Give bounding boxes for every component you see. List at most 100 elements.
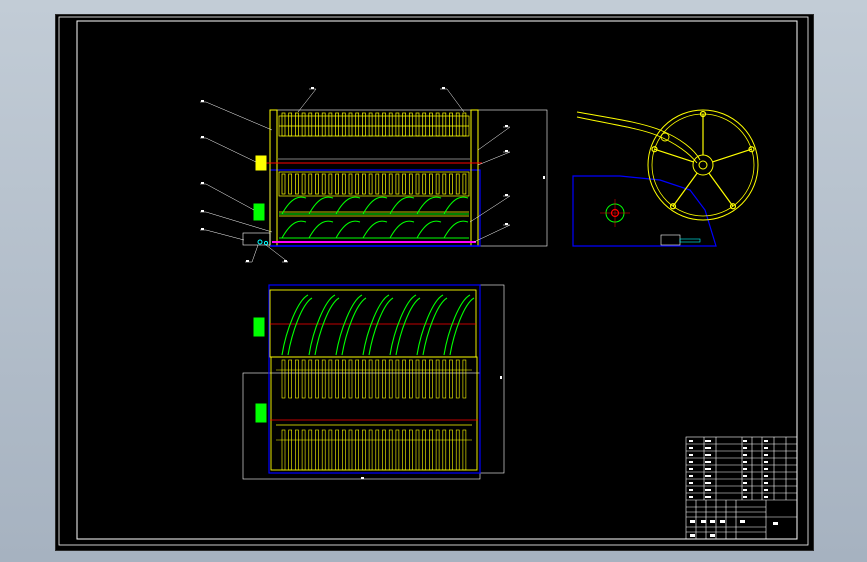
top-rake-tooth (355, 359, 360, 399)
top-rake-tooth (449, 359, 453, 399)
middle-rake-tooth (402, 173, 406, 195)
top-auger-flight (416, 294, 444, 356)
upper-rake-tooth (368, 112, 373, 137)
title-block-mark (705, 489, 711, 491)
top-view-marks (361, 376, 502, 479)
top-rake-tooth (288, 359, 293, 399)
top-view-enclosure (242, 372, 481, 480)
top-rake-tooth (395, 429, 400, 471)
title-block-mark (689, 489, 693, 491)
reel-hub-core (698, 160, 708, 170)
top-auger-flight-back (287, 297, 313, 356)
cad-viewport (0, 0, 867, 562)
middle-rake-tooth (301, 173, 306, 195)
top-rake-tooth (382, 429, 386, 471)
upper-rake-tooth (348, 112, 353, 137)
top-rake-tooth (429, 429, 433, 471)
title-block-mark (773, 522, 778, 525)
upper-rake-tooth (455, 112, 460, 137)
top-auger-flight-back (368, 297, 394, 356)
top-view (242, 284, 505, 480)
title-block-mark (689, 482, 693, 484)
lower-sprocket (253, 203, 265, 221)
upper-sprocket (255, 155, 267, 171)
middle-rake-tooth (429, 173, 433, 195)
reel-spoke (712, 148, 752, 163)
upper-rake-tooth (295, 112, 299, 137)
title-block-mark (743, 468, 747, 470)
title-block-mark (743, 482, 747, 484)
title-block-mark (705, 440, 711, 442)
middle-rake-tooth (368, 173, 373, 195)
top-rake-tooth (462, 429, 467, 471)
middle-rake-tooth (315, 173, 319, 195)
top-rake-tooth (362, 429, 366, 471)
top-rake-tooth (328, 429, 333, 471)
middle-rake-outline (278, 171, 470, 197)
reel-spoke (672, 172, 698, 207)
title-block-mark (743, 447, 747, 449)
top-rake-tooth (408, 429, 413, 471)
top-auger-flight-back (314, 297, 340, 356)
title-block-mark (690, 534, 695, 537)
top-rake-tooth (435, 359, 440, 399)
title-block-mark (743, 475, 747, 477)
title-block-mark (689, 496, 693, 498)
top-rake-tooth (415, 429, 420, 471)
top-auger (281, 294, 475, 356)
top-rake-tooth (301, 359, 306, 399)
title-block-mark (764, 447, 768, 449)
title-block-mark (689, 440, 693, 442)
title-block-mark (689, 475, 693, 477)
top-rake-tooth (429, 359, 433, 399)
front-view-housing (269, 169, 481, 247)
upper-rake-tooth (341, 112, 346, 137)
reel-hub (692, 154, 714, 176)
motor-box (242, 232, 271, 246)
top-rake-tooth (375, 429, 380, 471)
top-rake-tooth (281, 429, 286, 471)
top-rake-tooth (308, 359, 313, 399)
middle-rake-tooth (455, 173, 460, 195)
top-rake-tooth (315, 359, 319, 399)
middle-rake-tooth (355, 173, 360, 195)
top-auger-flight-back (422, 297, 448, 356)
title-block-mark (743, 440, 747, 442)
middle-rake-tooth (388, 173, 393, 195)
side-motor (660, 234, 681, 246)
middle-rake-tooth (435, 173, 440, 195)
upper-rake-tooth (395, 112, 400, 137)
arm-joint (660, 132, 670, 142)
top-rake-tooth (402, 429, 406, 471)
upper-rake-tooth (462, 112, 467, 137)
top-rake-tooth (295, 359, 299, 399)
upper-rake-tooth (281, 112, 286, 137)
title-block-mark (764, 496, 768, 498)
top-auger-flight (281, 294, 309, 356)
reel-spoke (654, 148, 694, 163)
top-auger-flight-back (395, 297, 421, 356)
upper-rake-tooth (362, 112, 366, 137)
top-rake-tooth (315, 429, 319, 471)
sheet-outer-border (58, 16, 809, 546)
side-motor-shaft (679, 238, 701, 243)
top-rake-tooth (388, 429, 393, 471)
front-auger (279, 196, 469, 239)
title-block-mark (764, 440, 768, 442)
middle-rake-tooth (462, 173, 467, 195)
title-block-mark (689, 468, 693, 470)
middle-rake-tooth (395, 173, 400, 195)
bearing-small (257, 239, 263, 245)
front-view (200, 87, 548, 263)
top-rake-tooth (362, 359, 366, 399)
upper-rake-tooth (408, 112, 413, 137)
middle-rake-tooth (449, 173, 453, 195)
top-rake-tooth (368, 359, 373, 399)
top-rake-tooth (455, 429, 460, 471)
upper-rake-tooth (429, 112, 433, 137)
top-sprocket-lower (255, 403, 267, 423)
middle-rake-tooth (375, 173, 380, 195)
middle-rake-tooth (408, 173, 413, 195)
top-rake-tooth (422, 359, 427, 399)
top-rake-tooth (388, 359, 393, 399)
